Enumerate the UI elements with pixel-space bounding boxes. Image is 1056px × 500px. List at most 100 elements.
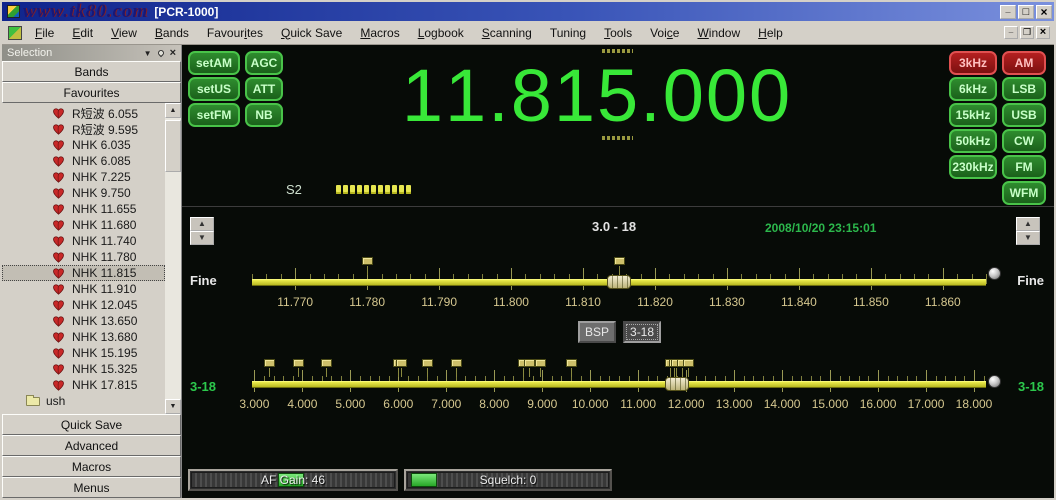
mdi-minimize-icon[interactable] <box>1004 26 1018 39</box>
menu-scanning[interactable]: Scanning <box>473 21 541 45</box>
menu-tuning[interactable]: Tuning <box>541 21 595 45</box>
favourite-item[interactable]: R短波 6.055 <box>2 105 165 121</box>
favourite-item[interactable]: NHK 11.740 <box>2 233 165 249</box>
setfm-button[interactable]: setFM <box>188 103 240 127</box>
spin-down-icon[interactable] <box>1016 231 1040 245</box>
favourite-item[interactable]: NHK 11.655 <box>2 201 165 217</box>
mode-cw-button[interactable]: CW <box>1002 129 1046 153</box>
heart-icon <box>52 187 66 199</box>
filter-6khz-button[interactable]: 6kHz <box>949 77 997 101</box>
favourite-item[interactable]: R短波 9.595 <box>2 121 165 137</box>
menu-view[interactable]: View <box>102 21 146 45</box>
scroll-down-icon[interactable]: ▼ <box>165 399 181 414</box>
scrollbar-thumb[interactable] <box>165 120 181 172</box>
sidebar-header[interactable]: Selection ▼ × <box>2 45 181 61</box>
spin-up-icon[interactable] <box>190 217 214 231</box>
mode-fm-button[interactable]: FM <box>1002 155 1046 179</box>
menu-file[interactable]: File <box>26 21 63 45</box>
favourite-item[interactable]: NHK 17.815 <box>2 377 165 393</box>
mdi-child-icon[interactable] <box>8 25 22 40</box>
memory-marker-flag <box>523 359 535 377</box>
menu-bar: File Edit View Bands Favourites Quick Save Mac… <box>2 21 1054 45</box>
favourite-label: NHK 17.815 <box>72 378 138 392</box>
menu-favourites[interactable]: Favourites <box>198 21 272 45</box>
frequency-digit: 1 <box>401 54 445 137</box>
heart-icon <box>52 155 66 167</box>
favourite-item[interactable]: NHK 11.815 <box>2 265 165 281</box>
tuning-handle[interactable] <box>607 275 631 289</box>
mode-usb-button[interactable]: USB <box>1002 103 1046 127</box>
mode-wfm-button[interactable]: WFM <box>1002 181 1046 205</box>
favourite-item[interactable]: NHK 6.035 <box>2 137 165 153</box>
sidebar-section-favourites[interactable]: Favourites <box>2 82 181 103</box>
favourite-item[interactable]: NHK 12.045 <box>2 297 165 313</box>
sidebar-button-menus[interactable]: Menus <box>2 477 181 498</box>
maximize-icon[interactable] <box>1018 4 1034 19</box>
close-icon[interactable] <box>1036 4 1052 19</box>
squelch-slider[interactable]: Squelch: 0 <box>404 469 612 491</box>
favourite-item[interactable]: NHK 13.680 <box>2 329 165 345</box>
menu-voice[interactable]: Voice <box>641 21 688 45</box>
filter-3khz-button[interactable]: 3kHz <box>949 51 997 75</box>
mode-lsb-button[interactable]: LSB <box>1002 77 1046 101</box>
sidebar-section-bands[interactable]: Bands <box>2 61 181 82</box>
filter-230khz-button[interactable]: 230kHz <box>949 155 997 179</box>
tuning-bar[interactable] <box>252 381 986 388</box>
chevron-down-icon[interactable]: ▼ <box>144 49 152 58</box>
mdi-close-icon[interactable] <box>1036 26 1050 39</box>
af-gain-track[interactable]: AF Gain: 46 <box>191 472 395 488</box>
scale-label: 11.810 <box>565 295 601 309</box>
menu-bands[interactable]: Bands <box>146 21 198 45</box>
favourite-item[interactable]: NHK 7.225 <box>2 169 165 185</box>
nb-button[interactable]: NB <box>245 103 283 127</box>
frequency-display[interactable]: 11.815.000 <box>332 49 862 140</box>
fine-tuning-slider[interactable]: 11.770 11.780 11.790 11.800 11.810 11.820 11.8… <box>252 255 987 315</box>
sidebar-button-macros[interactable]: Macros <box>2 456 181 477</box>
spin-up-icon[interactable] <box>1016 217 1040 231</box>
sidebar-button-advanced[interactable]: Advanced <box>2 435 181 456</box>
att-button[interactable]: ATT <box>245 77 283 101</box>
tuning-handle[interactable] <box>665 377 690 391</box>
filter-50khz-button[interactable]: 50kHz <box>949 129 997 153</box>
coarse-end-knob[interactable] <box>988 375 1001 388</box>
favourite-item[interactable]: NHK 11.780 <box>2 249 165 265</box>
3-18-button[interactable]: 3-18 <box>623 321 662 343</box>
pin-icon[interactable] <box>156 48 165 58</box>
setus-button[interactable]: setUS <box>188 77 240 101</box>
af-gain-slider[interactable]: AF Gain: 46 <box>188 469 398 491</box>
favourite-item[interactable]: ush <box>2 393 165 409</box>
menu-quick-save[interactable]: Quick Save <box>272 21 351 45</box>
fine-end-knob[interactable] <box>988 267 1001 280</box>
favourites-scrollbar[interactable]: ▲ ▼ <box>165 103 181 414</box>
setam-button[interactable]: setAM <box>188 51 240 75</box>
frequency-digit[interactable]: 5 <box>597 49 640 140</box>
squelch-track[interactable]: Squelch: 0 <box>407 472 609 488</box>
spin-down-icon[interactable] <box>190 231 214 245</box>
minimize-icon[interactable] <box>1000 4 1016 19</box>
scale-label: 4.000 <box>287 397 318 411</box>
mdi-restore-icon[interactable] <box>1020 26 1034 39</box>
menu-help[interactable]: Help <box>749 21 792 45</box>
favourite-label: NHK 9.750 <box>72 186 131 200</box>
favourite-item[interactable]: NHK 15.195 <box>2 345 165 361</box>
favourite-item[interactable]: NHK 13.650 <box>2 313 165 329</box>
menu-window[interactable]: Window <box>688 21 749 45</box>
menu-edit[interactable]: Edit <box>63 21 102 45</box>
mode-am-button[interactable]: AM <box>1002 51 1046 75</box>
favourite-item[interactable]: NHK 9.750 <box>2 185 165 201</box>
agc-button[interactable]: AGC <box>245 51 283 75</box>
filter-15khz-button[interactable]: 15kHz <box>949 103 997 127</box>
sidebar-button-quick-save[interactable]: Quick Save <box>2 414 181 435</box>
scroll-up-icon[interactable]: ▲ <box>165 103 181 118</box>
favourite-item[interactable]: NHK 11.910 <box>2 281 165 297</box>
coarse-tuning-slider[interactable]: 3.000 4.000 5.000 6.000 7.000 8.000 9.000 10.00… <box>239 357 992 417</box>
favourite-item[interactable]: NHK 15.325 <box>2 361 165 377</box>
app-icon[interactable] <box>7 5 20 18</box>
menu-tools[interactable]: Tools <box>595 21 641 45</box>
favourite-item[interactable]: NHK 6.085 <box>2 153 165 169</box>
bsp-button[interactable]: BSP <box>578 321 617 343</box>
menu-macros[interactable]: Macros <box>351 21 408 45</box>
favourite-item[interactable]: NHK 11.680 <box>2 217 165 233</box>
menu-logbook[interactable]: Logbook <box>409 21 473 45</box>
sidebar-close-icon[interactable]: × <box>170 48 176 59</box>
